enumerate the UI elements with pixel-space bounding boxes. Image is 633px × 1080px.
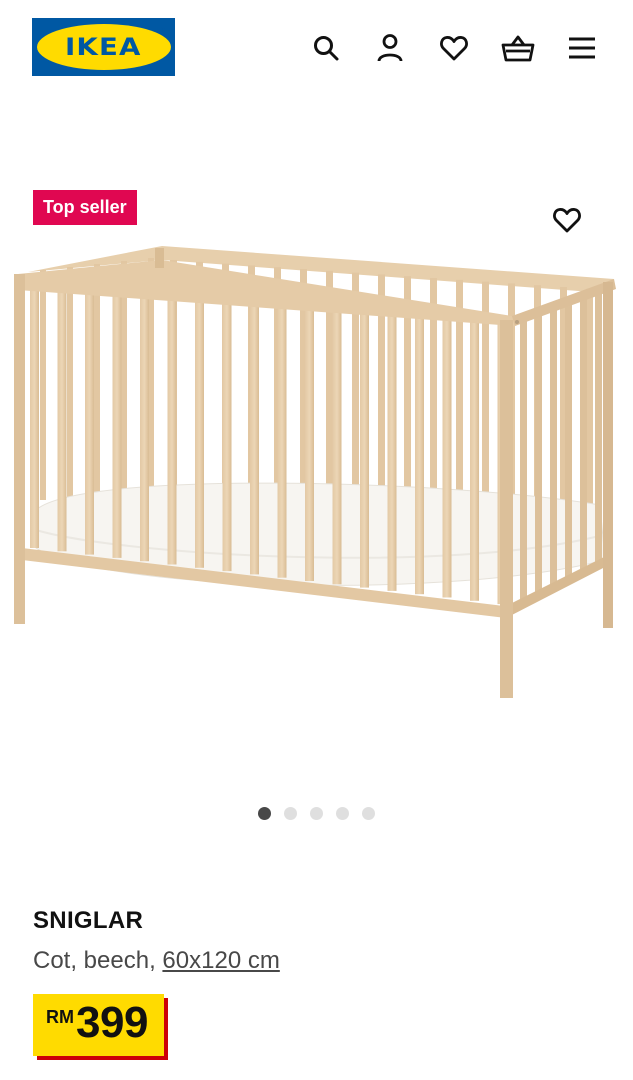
image-carousel-indicator <box>258 807 375 820</box>
price-currency: RM <box>46 1007 74 1027</box>
product-name[interactable]: SNIGLAR <box>33 907 143 935</box>
price-value: 399 <box>76 998 148 1047</box>
product-image-cot[interactable] <box>0 230 633 710</box>
logo-oval: IKEA <box>36 24 171 70</box>
product-size-link[interactable]: 60x120 cm <box>162 947 279 974</box>
menu-icon[interactable] <box>562 28 602 68</box>
carousel-dot[interactable] <box>336 807 349 820</box>
profile-icon[interactable] <box>370 28 410 68</box>
carousel-dot[interactable] <box>362 807 375 820</box>
product-description: Cot, beech, 60x120 cm <box>33 947 280 975</box>
search-icon[interactable] <box>306 28 346 68</box>
ikea-logo[interactable]: IKEA ® <box>32 18 175 76</box>
product-description-text: Cot, beech, <box>33 947 163 974</box>
logo-text: IKEA <box>65 33 142 61</box>
price-tag: RM 399 <box>33 994 164 1056</box>
header-nav <box>306 28 602 68</box>
carousel-dot[interactable] <box>284 807 297 820</box>
carousel-dot[interactable] <box>258 807 271 820</box>
basket-icon[interactable] <box>498 28 538 68</box>
heart-icon[interactable] <box>434 28 474 68</box>
carousel-dot[interactable] <box>310 807 323 820</box>
logo-registered-mark: ® <box>160 26 167 34</box>
top-seller-badge: Top seller <box>33 190 137 225</box>
